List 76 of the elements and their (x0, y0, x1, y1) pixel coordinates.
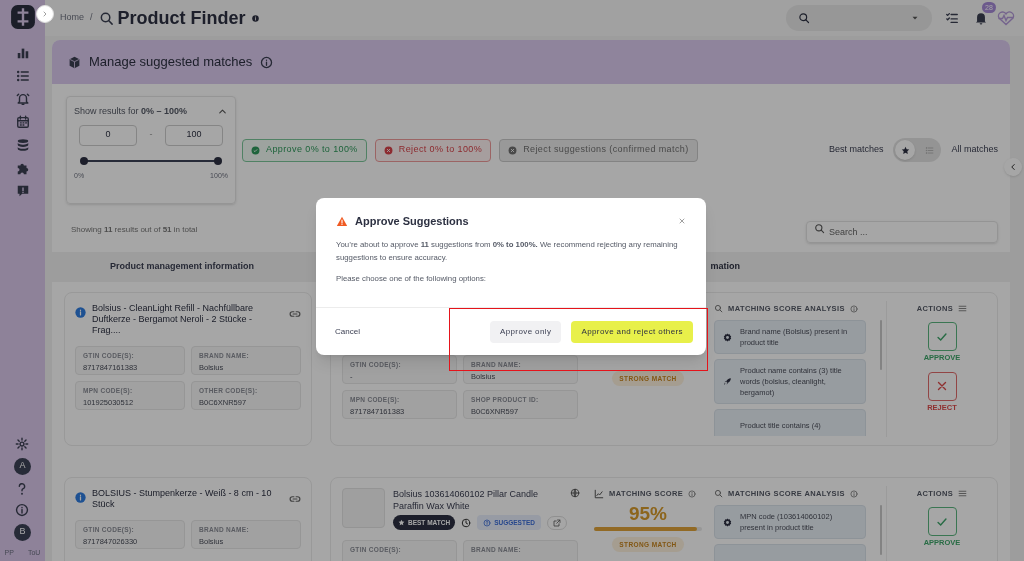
column-header: Product management information (109, 260, 255, 274)
warning-icon (336, 215, 348, 227)
globe-icon[interactable] (570, 488, 580, 498)
approve-button[interactable] (927, 322, 957, 352)
link-icon[interactable] (289, 308, 301, 320)
checklist-icon[interactable] (945, 11, 959, 25)
message-alert-icon[interactable] (15, 184, 30, 198)
breadcrumb-separator: / (90, 11, 93, 25)
calendar-icon[interactable] (15, 115, 30, 129)
link-icon[interactable] (289, 493, 301, 505)
search-icon (714, 304, 723, 314)
cube-icon (68, 55, 81, 69)
close-icon (935, 379, 949, 393)
notification-bell-icon[interactable] (974, 11, 988, 25)
slider-thumb[interactable] (214, 156, 222, 165)
search-field[interactable] (786, 5, 932, 31)
reject-button[interactable] (927, 371, 957, 401)
min-input[interactable]: 0 (79, 124, 137, 146)
reject-range-button[interactable]: Reject 0% to 100% (374, 138, 492, 162)
modal-title: Approve Suggestions (355, 214, 469, 229)
x-circle-icon (383, 145, 393, 155)
max-input[interactable]: 100 (165, 124, 223, 146)
cancel-button[interactable]: Cancel (329, 325, 366, 338)
star-icon (900, 145, 910, 155)
list-icon[interactable] (15, 69, 30, 83)
menu-icon[interactable] (958, 489, 968, 499)
slider-thumb[interactable] (80, 156, 88, 165)
approve-button[interactable] (927, 507, 957, 537)
bar-chart-icon[interactable] (15, 46, 30, 60)
search-icon (814, 223, 825, 234)
rocket-icon (723, 377, 732, 387)
puzzle-icon[interactable] (15, 161, 30, 175)
panel-title: Manage suggested matches (89, 53, 253, 72)
trend-icon (594, 488, 604, 499)
clock-icon[interactable] (461, 517, 472, 528)
info-icon[interactable] (75, 307, 86, 318)
avatar[interactable]: B (14, 523, 31, 541)
breadcrumb-link[interactable]: Home (60, 11, 84, 25)
view-switch[interactable] (893, 138, 942, 162)
filter-label: Show results for 0% – 100% (74, 105, 188, 118)
page-title: Product Finder (117, 6, 246, 30)
alarm-bell-icon[interactable] (15, 92, 30, 106)
scrollbar (880, 505, 882, 556)
search-icon (98, 10, 114, 26)
switch-option[interactable] (895, 140, 916, 160)
scrollbar (880, 320, 882, 371)
info-icon[interactable] (260, 55, 274, 69)
search-field[interactable]: Search ... (806, 220, 998, 243)
secondary-button[interactable]: Approve only (489, 320, 562, 343)
info-icon[interactable] (75, 492, 86, 503)
toggle-label[interactable]: Best matches (828, 143, 884, 157)
close-icon[interactable] (678, 217, 686, 226)
info-icon[interactable] (15, 502, 30, 517)
avatar[interactable]: A (14, 457, 31, 475)
match-score: 95% (629, 503, 667, 526)
column-header: mation (709, 260, 740, 274)
question-icon (483, 518, 492, 527)
product-title: BOLSIUS - Stumpenkerze - Weiß - 8 cm - 10 Stück (92, 488, 273, 510)
list-icon (924, 145, 934, 155)
info-icon[interactable] (251, 14, 259, 22)
menu-icon[interactable] (958, 304, 968, 314)
product-title: Bolsius - CleanLight Refill - Nachfüllbare Duftkerze - Bergamot Neroli - 2 Stücke - Frag.... (92, 303, 255, 336)
database-icon[interactable] (15, 138, 30, 152)
x-circle-icon (508, 145, 518, 155)
search-icon (714, 489, 723, 499)
settings-icon[interactable] (15, 436, 30, 451)
star-icon (398, 519, 405, 526)
primary-button[interactable]: Approve and reject others (571, 320, 693, 343)
check-circle-icon (251, 145, 260, 155)
logo-icon[interactable] (9, 4, 36, 30)
toggle-label[interactable]: All matches (951, 143, 998, 157)
results-summary: Showing 11 results out of 51 in total (71, 224, 198, 236)
search-icon (798, 12, 810, 24)
range-separator: - (148, 128, 154, 142)
match-title: Bolsius 103614060102 Pillar Candle Paraffin Wax White (393, 488, 540, 512)
heart-pulse-icon (996, 10, 1016, 26)
